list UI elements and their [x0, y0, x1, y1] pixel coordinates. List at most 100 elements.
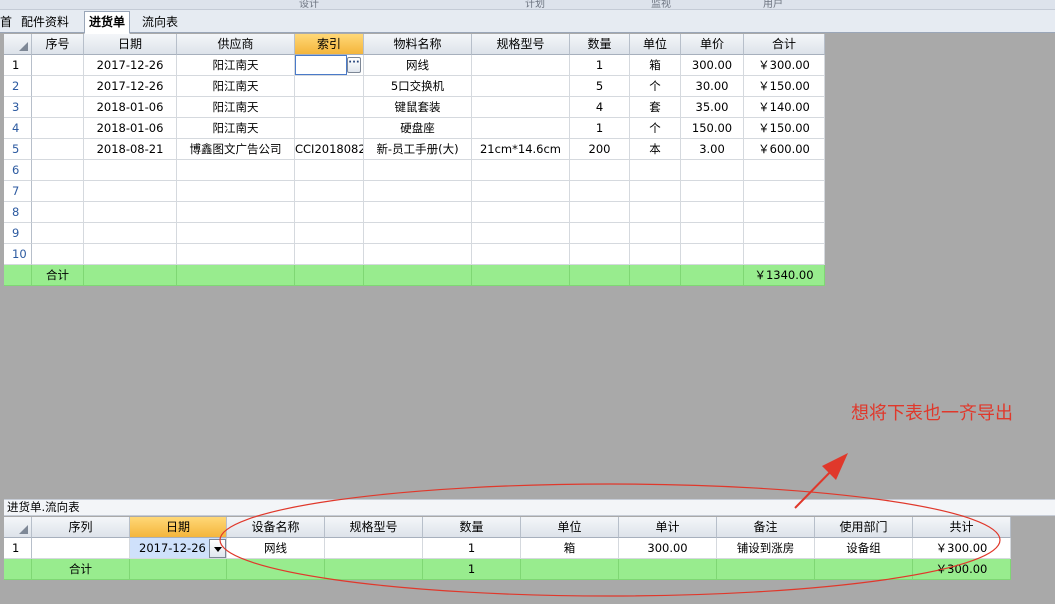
table-cell[interactable]: [32, 118, 84, 139]
table-cell[interactable]: [364, 181, 472, 202]
table-cell[interactable]: [364, 244, 472, 265]
table-cell[interactable]: [744, 202, 825, 223]
table-cell[interactable]: ￥300.00: [744, 55, 825, 76]
column-header[interactable]: 日期: [130, 517, 227, 538]
column-header[interactable]: 设备名称: [227, 517, 325, 538]
table-cell[interactable]: [472, 55, 570, 76]
date-dropdown-button[interactable]: [209, 539, 226, 558]
tab-purchase-order[interactable]: 进货单: [84, 11, 131, 34]
column-header[interactable]: 规格型号: [325, 517, 423, 538]
table-cell[interactable]: [177, 181, 295, 202]
table-row[interactable]: 4 2018-01-06 阳江南天 硬盘座 1 个 150.00 ￥150.00: [4, 118, 825, 139]
tab-flow-table[interactable]: 流向表: [138, 12, 182, 33]
table-cell[interactable]: 阳江南天: [177, 55, 295, 76]
table-cell[interactable]: 网线: [364, 55, 472, 76]
row-number[interactable]: 1: [4, 55, 32, 76]
table-cell[interactable]: [630, 202, 681, 223]
table-cell[interactable]: [295, 97, 364, 118]
table-cell[interactable]: [630, 223, 681, 244]
table-row[interactable]: 9: [4, 223, 825, 244]
table-cell[interactable]: [364, 202, 472, 223]
table-cell[interactable]: [295, 160, 364, 181]
table-cell[interactable]: [472, 223, 570, 244]
table-cell[interactable]: [472, 244, 570, 265]
table-cell[interactable]: [472, 76, 570, 97]
table-cell[interactable]: [570, 160, 630, 181]
table-cell[interactable]: [177, 223, 295, 244]
table-cell[interactable]: 5: [570, 76, 630, 97]
table-cell[interactable]: 网线: [227, 538, 325, 559]
table-cell[interactable]: 1: [423, 538, 521, 559]
table-cell[interactable]: 3.00: [681, 139, 744, 160]
table-cell[interactable]: [295, 244, 364, 265]
ellipsis-lookup-button[interactable]: ···: [347, 57, 361, 73]
table-cell[interactable]: [84, 160, 177, 181]
table-cell[interactable]: [84, 181, 177, 202]
top-menu-item[interactable]: 监视: [651, 0, 671, 9]
table-cell[interactable]: 个: [630, 76, 681, 97]
table-cell[interactable]: [744, 181, 825, 202]
select-all-corner[interactable]: [4, 517, 32, 538]
column-header[interactable]: 数量: [570, 34, 630, 55]
row-number[interactable]: 7: [4, 181, 32, 202]
table-cell[interactable]: [681, 160, 744, 181]
table-row[interactable]: 10: [4, 244, 825, 265]
column-header[interactable]: 合计: [744, 34, 825, 55]
table-cell[interactable]: 本: [630, 139, 681, 160]
table-row[interactable]: 6: [4, 160, 825, 181]
row-number[interactable]: 10: [4, 244, 32, 265]
table-cell[interactable]: [295, 76, 364, 97]
row-number[interactable]: 9: [4, 223, 32, 244]
table-cell[interactable]: [744, 223, 825, 244]
table-cell[interactable]: [177, 202, 295, 223]
table-cell[interactable]: [295, 118, 364, 139]
table-row[interactable]: 5 2018-08-21 博鑫图文广告公司 CCI2018082 新-员工手册(大) 21…: [4, 139, 825, 160]
row-number[interactable]: 3: [4, 97, 32, 118]
table-cell[interactable]: [177, 244, 295, 265]
table-cell[interactable]: 300.00: [619, 538, 717, 559]
column-header[interactable]: 数量: [423, 517, 521, 538]
table-cell[interactable]: [32, 538, 130, 559]
table-cell[interactable]: [177, 160, 295, 181]
table-cell[interactable]: ￥300.00: [913, 538, 1011, 559]
table-cell[interactable]: 200: [570, 139, 630, 160]
table-cell[interactable]: 4: [570, 97, 630, 118]
select-all-corner[interactable]: [4, 34, 32, 55]
table-cell[interactable]: [32, 97, 84, 118]
column-header[interactable]: 单位: [521, 517, 619, 538]
table-cell[interactable]: 键鼠套装: [364, 97, 472, 118]
top-menu-item[interactable]: 计划: [525, 0, 545, 9]
column-header[interactable]: 使用部门: [815, 517, 913, 538]
column-header[interactable]: 单价: [681, 34, 744, 55]
table-cell[interactable]: 箱: [521, 538, 619, 559]
table-cell[interactable]: 2018-01-06: [84, 97, 177, 118]
table-cell[interactable]: [84, 223, 177, 244]
table-cell[interactable]: [32, 55, 84, 76]
column-header[interactable]: 单计: [619, 517, 717, 538]
column-header[interactable]: 供应商: [177, 34, 295, 55]
table-cell[interactable]: 2017-12-26: [84, 76, 177, 97]
table-cell[interactable]: [472, 181, 570, 202]
table-row[interactable]: 8: [4, 202, 825, 223]
table-cell[interactable]: [472, 160, 570, 181]
table-cell[interactable]: 1: [570, 55, 630, 76]
table-cell[interactable]: [472, 118, 570, 139]
table-row[interactable]: 1 2017-12-26 网线 1 箱 300.00 铺设到涨房 设备组 ￥300.00: [4, 538, 1011, 559]
table-cell[interactable]: [570, 181, 630, 202]
table-cell[interactable]: [681, 223, 744, 244]
table-row[interactable]: 7: [4, 181, 825, 202]
table-row[interactable]: 3 2018-01-06 阳江南天 键鼠套装 4 套 35.00 ￥140.00: [4, 97, 825, 118]
table-cell[interactable]: 设备组: [815, 538, 913, 559]
table-cell[interactable]: [84, 202, 177, 223]
top-menu-item[interactable]: 用户: [763, 0, 783, 9]
table-cell[interactable]: [84, 244, 177, 265]
table-cell[interactable]: [295, 202, 364, 223]
table-cell[interactable]: [295, 181, 364, 202]
table-cell[interactable]: [325, 538, 423, 559]
column-header[interactable]: 物料名称: [364, 34, 472, 55]
table-cell[interactable]: [744, 244, 825, 265]
top-menu-item[interactable]: 设计: [299, 0, 319, 9]
table-cell[interactable]: 2017-12-26: [84, 55, 177, 76]
table-cell[interactable]: [744, 160, 825, 181]
table-cell[interactable]: [32, 223, 84, 244]
